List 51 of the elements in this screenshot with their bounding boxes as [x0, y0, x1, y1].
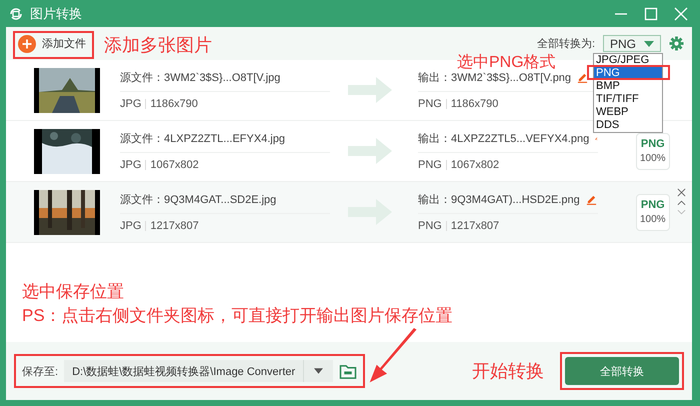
close-icon[interactable] — [674, 6, 688, 20]
source-filename: 源文件：3WM2`3$S}...O8T[V.jpg — [120, 70, 330, 92]
format-option[interactable]: WEBP — [594, 106, 662, 119]
pencil-icon[interactable] — [577, 72, 588, 83]
dimensions-label: 1217x807 — [450, 220, 500, 232]
plus-icon — [18, 34, 36, 52]
output-format-badge[interactable]: PNG 100% — [636, 132, 670, 170]
arrow-icon — [348, 77, 392, 103]
app-logo-icon — [8, 6, 24, 22]
source-filename: 源文件：9Q3M4GAT...SD2E.jpg — [120, 192, 330, 214]
add-file-button[interactable]: 添加文件 — [14, 30, 90, 56]
format-option[interactable]: DDS — [594, 119, 662, 132]
maximize-icon[interactable] — [644, 6, 658, 20]
output-filename: 输出：9Q3M4GAT)...HSD2E.png — [418, 193, 580, 207]
dimensions-label: 1186x790 — [150, 98, 198, 110]
format-label: PNG — [418, 220, 442, 232]
format-label: JPG — [120, 159, 142, 171]
convert-all-button[interactable]: 全部转换 — [565, 357, 679, 385]
format-label: PNG — [418, 159, 442, 171]
annotation-text: 选中保存位置 — [22, 281, 124, 303]
format-label: JPG — [120, 220, 142, 232]
convert-all-label: 全部转换为: — [536, 36, 595, 51]
window-title: 图片转换 — [30, 4, 82, 22]
save-path-field[interactable]: D:\数据蛙\数据蛙视频转换器\Image Converter — [64, 360, 334, 382]
annotation-text: 开始转换 — [472, 360, 544, 383]
annotation-text: 添加多张图片 — [104, 34, 212, 57]
remove-icon[interactable] — [677, 188, 686, 197]
arrow-icon — [348, 138, 392, 164]
annotation-text: PS：点击右侧文件夹图标，可直接打开输出图片保存位置 — [22, 305, 453, 327]
output-filename: 输出：4LXPZ2ZTL5...VEFYX4.png — [418, 132, 590, 146]
dimensions-label: 1067x802 — [450, 159, 500, 171]
save-to-label: 保存至: — [22, 364, 58, 378]
output-format-badge[interactable]: PNG 100% — [636, 194, 670, 230]
dimensions-label: 1217x807 — [150, 220, 199, 232]
source-filename: 源文件：4LXPZ2ZTL...EFYX4.jpg — [120, 131, 330, 153]
dropdown-caret-icon — [644, 40, 654, 46]
format-option[interactable]: JPG/JPEG — [594, 54, 662, 67]
format-label: JPG — [120, 98, 142, 110]
settings-icon[interactable] — [669, 36, 684, 51]
dropdown-caret-icon[interactable] — [314, 368, 324, 374]
format-label: PNG — [418, 98, 442, 110]
format-select[interactable]: PNG — [603, 35, 661, 52]
pencil-icon[interactable] — [586, 194, 597, 205]
format-option[interactable]: BMP — [594, 80, 662, 93]
output-filename: 输出：3WM2`3$S}...O8T[V.png — [418, 71, 572, 85]
dimensions-label: 1186x790 — [450, 98, 498, 110]
format-option[interactable]: TIF/TIFF — [594, 93, 662, 106]
folder-icon[interactable] — [339, 364, 358, 378]
move-up-icon[interactable] — [677, 200, 686, 206]
dimensions-label: 1067x802 — [150, 159, 199, 171]
annotation-text: 选中PNG格式 — [457, 52, 556, 72]
